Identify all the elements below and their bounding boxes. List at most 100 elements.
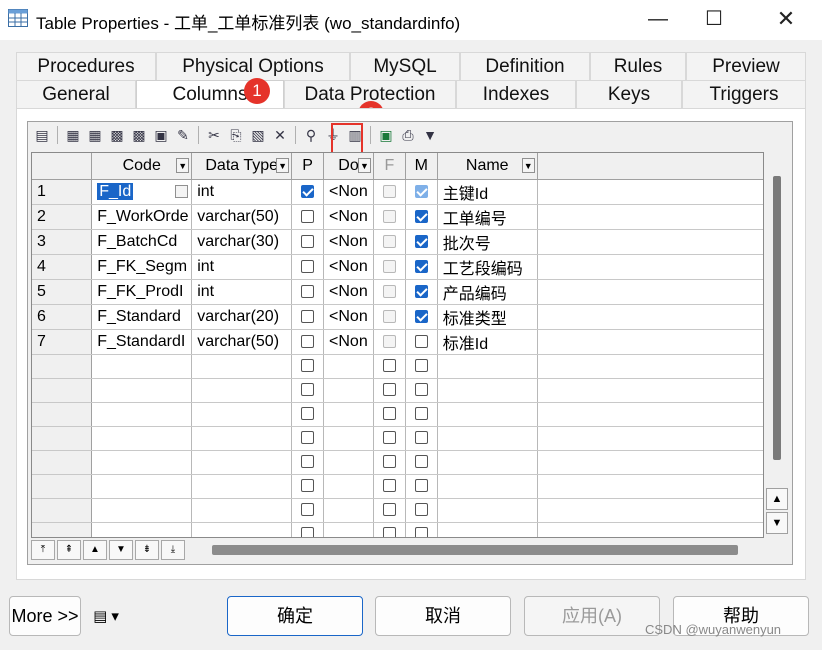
- cell-name[interactable]: [437, 498, 538, 523]
- cell-primary[interactable]: [291, 498, 325, 523]
- insert-row-icon[interactable]: ▦: [62, 124, 84, 146]
- tab-physical-options[interactable]: Physical Options: [156, 52, 350, 80]
- cell-mandatory[interactable]: [405, 426, 438, 451]
- table-row[interactable]: 5 F_FK_ProdI int <Non 产品编码: [32, 279, 763, 305]
- primary-checkbox[interactable]: [301, 234, 315, 248]
- cell-domain[interactable]: [323, 450, 374, 475]
- cell-name[interactable]: 批次号: [437, 229, 538, 255]
- primary-checkbox[interactable]: [301, 407, 315, 421]
- cell-data-type[interactable]: [191, 402, 293, 427]
- cell-code[interactable]: F_Standard: [91, 304, 193, 330]
- cell-code[interactable]: [91, 522, 193, 537]
- cell-data-type[interactable]: varchar(20): [191, 304, 293, 330]
- primary-checkbox[interactable]: [301, 284, 315, 298]
- cell-data-type[interactable]: [191, 522, 293, 537]
- scroll-down-icon[interactable]: ▼: [766, 512, 788, 534]
- cell-data-type[interactable]: int: [191, 254, 293, 280]
- cell-code[interactable]: F_BatchCd: [91, 229, 193, 255]
- cell-data-type[interactable]: varchar(50): [191, 329, 293, 355]
- cell-primary[interactable]: [291, 378, 325, 403]
- cell-code[interactable]: [91, 378, 193, 403]
- cell-domain[interactable]: <Non: [323, 279, 374, 305]
- primary-checkbox[interactable]: [301, 503, 315, 517]
- cell-domain[interactable]: <Non: [323, 254, 374, 280]
- foreign-checkbox[interactable]: [382, 503, 396, 517]
- mandatory-checkbox[interactable]: [414, 184, 428, 198]
- cell-primary[interactable]: [291, 474, 325, 499]
- cell-code[interactable]: F_FK_ProdI: [91, 279, 193, 305]
- tab-general[interactable]: General: [16, 80, 136, 108]
- cell-foreign[interactable]: [373, 498, 406, 523]
- cell-mandatory[interactable]: [405, 450, 438, 475]
- apply-button[interactable]: 应用(A): [524, 596, 660, 636]
- cell-domain[interactable]: [323, 522, 374, 537]
- cell-name[interactable]: [437, 378, 538, 403]
- cell-primary[interactable]: [291, 204, 325, 230]
- cell-primary[interactable]: [291, 354, 325, 379]
- scroll-thumb[interactable]: [773, 176, 781, 460]
- tab-definition[interactable]: Definition: [460, 52, 590, 80]
- empty-row[interactable]: [32, 522, 763, 537]
- tab-indexes[interactable]: Indexes: [456, 80, 576, 108]
- cell-name[interactable]: [437, 402, 538, 427]
- foreign-checkbox[interactable]: [382, 407, 396, 421]
- mandatory-checkbox[interactable]: [414, 259, 428, 273]
- reuse-columns-icon[interactable]: ▣: [150, 124, 172, 146]
- cell-primary[interactable]: [291, 304, 325, 330]
- move-down-icon[interactable]: ▼: [109, 540, 133, 560]
- find-icon[interactable]: ⚲: [300, 124, 322, 146]
- cell-code[interactable]: [91, 450, 193, 475]
- cell-mandatory[interactable]: [405, 179, 438, 205]
- header-data-type[interactable]: Data Type ▼: [191, 153, 293, 180]
- cell-mandatory[interactable]: [405, 254, 438, 280]
- table-row[interactable]: 2 F_WorkOrde varchar(50) <Non 工单编号: [32, 204, 763, 230]
- tab-triggers[interactable]: Triggers: [682, 80, 806, 108]
- cell-data-type[interactable]: varchar(30): [191, 229, 293, 255]
- cell-foreign[interactable]: [373, 450, 406, 475]
- move-page-up-icon[interactable]: ⇞: [57, 540, 81, 560]
- cell-domain[interactable]: [323, 474, 374, 499]
- cell-domain[interactable]: [323, 498, 374, 523]
- cell-name[interactable]: [437, 474, 538, 499]
- header-domain[interactable]: Do ▼: [323, 153, 374, 180]
- cell-primary[interactable]: [291, 450, 325, 475]
- mandatory-checkbox[interactable]: [414, 407, 428, 421]
- cell-domain[interactable]: [323, 354, 374, 379]
- foreign-checkbox[interactable]: [382, 479, 396, 493]
- mandatory-checkbox[interactable]: [414, 431, 428, 445]
- cell-foreign[interactable]: [373, 354, 406, 379]
- cell-name[interactable]: 工单编号: [437, 204, 538, 230]
- cell-name[interactable]: 工艺段编码: [437, 254, 538, 280]
- cell-code[interactable]: [91, 426, 193, 451]
- maximize-button[interactable]: ☐: [696, 4, 732, 34]
- minimize-button[interactable]: —: [640, 4, 676, 34]
- cell-name[interactable]: 产品编码: [437, 279, 538, 305]
- header-code[interactable]: Code ▼: [91, 153, 193, 180]
- columns-grid[interactable]: Code ▼ Data Type ▼ P Do ▼ F M Name ▼ 1 F_Id in…: [31, 152, 764, 538]
- cell-domain[interactable]: <Non: [323, 229, 374, 255]
- cell-name[interactable]: [437, 354, 538, 379]
- cell-primary[interactable]: [291, 522, 325, 537]
- empty-row[interactable]: [32, 354, 763, 379]
- mandatory-checkbox[interactable]: [414, 455, 428, 469]
- header-name[interactable]: Name ▼: [437, 153, 538, 180]
- mandatory-checkbox[interactable]: [414, 479, 428, 493]
- cell-mandatory[interactable]: [405, 354, 438, 379]
- cell-primary[interactable]: [291, 279, 325, 305]
- cell-data-type[interactable]: int: [191, 279, 293, 305]
- cell-mandatory[interactable]: [405, 229, 438, 255]
- menu-dropdown-button[interactable]: ▤ ▾: [86, 596, 126, 636]
- foreign-checkbox[interactable]: [382, 383, 396, 397]
- cell-data-type[interactable]: [191, 474, 293, 499]
- tab-preview[interactable]: Preview: [686, 52, 806, 80]
- table-row[interactable]: 7 F_StandardI varchar(50) <Non 标准Id: [32, 329, 763, 355]
- clear-icon[interactable]: ✎: [172, 124, 194, 146]
- move-bottom-icon[interactable]: ⤓: [161, 540, 185, 560]
- foreign-checkbox[interactable]: [382, 359, 396, 373]
- more-button[interactable]: More >>: [9, 596, 81, 636]
- cell-domain[interactable]: [323, 402, 374, 427]
- mandatory-checkbox[interactable]: [414, 284, 428, 298]
- cell-data-type[interactable]: [191, 498, 293, 523]
- cell-foreign[interactable]: [373, 522, 406, 537]
- primary-checkbox[interactable]: [301, 455, 315, 469]
